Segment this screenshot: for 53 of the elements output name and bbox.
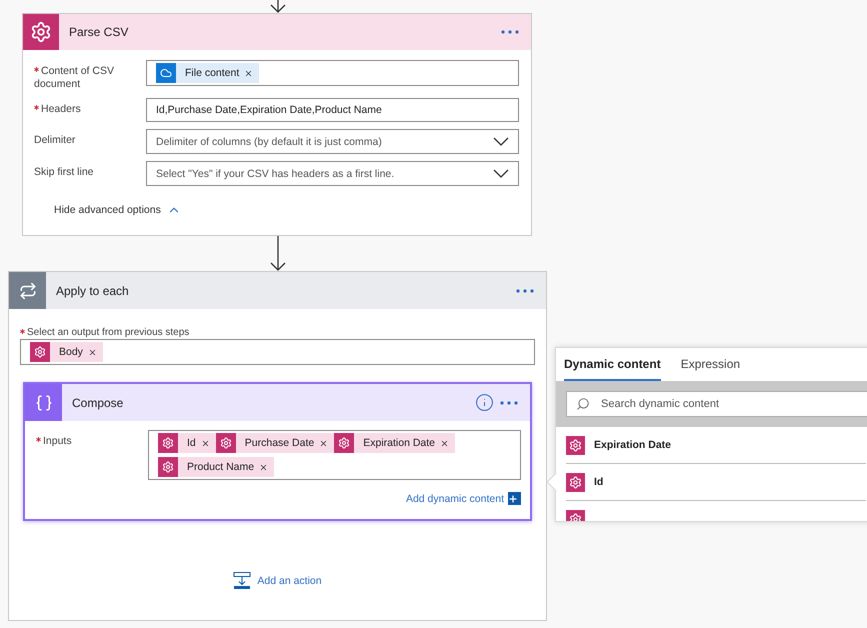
card-title: Apply to each	[56, 284, 130, 298]
ellipsis-icon	[500, 400, 518, 404]
input-field[interactable]: Id,Purchase Date,Expiration Date,Product Name	[146, 98, 519, 122]
token[interactable]: Expiration Date	[334, 433, 456, 453]
token[interactable]: Id	[158, 433, 216, 453]
dynamic-content-item[interactable]: Id	[566, 464, 866, 501]
search-icon	[576, 397, 590, 411]
field-label: Delimiter	[34, 133, 76, 147]
required-icon	[34, 105, 39, 110]
gear-icon	[569, 438, 582, 452]
panel-tab[interactable]: Expression	[680, 348, 740, 381]
input-field[interactable]: Id Purchase Date Expiration Date Product Name	[148, 430, 521, 480]
ellipsis-icon	[516, 288, 534, 292]
gear-icon	[569, 476, 582, 488]
connector-arrow	[270, 236, 286, 271]
required-icon	[20, 329, 25, 334]
card-title: Compose	[72, 396, 124, 410]
insert-step-icon	[233, 572, 252, 589]
field-label: Content of CSV document	[34, 64, 115, 91]
gear-icon	[30, 21, 52, 43]
card-title: Parse CSV	[69, 25, 130, 39]
advanced-options-toggle[interactable]: Hide advanced options	[34, 193, 520, 217]
add-action-button[interactable]: Add an action	[227, 571, 328, 590]
dropdown-field[interactable]: Select "Yes" if your CSV has headers as a first line.	[146, 161, 519, 186]
gear-icon	[338, 437, 350, 449]
token[interactable]: Product Name	[158, 457, 274, 477]
field-label: Select an output from previous steps	[20, 327, 535, 338]
token[interactable]: Body	[30, 342, 103, 362]
token[interactable]: Purchase Date	[216, 433, 334, 453]
cloud-icon	[160, 67, 172, 79]
chevron-down-icon	[493, 137, 509, 146]
gear-icon	[220, 437, 232, 449]
search-field[interactable]: Search dynamic content	[566, 391, 867, 417]
info-button[interactable]	[475, 393, 494, 412]
dynamic-content-item[interactable]: Expiration Date	[566, 427, 866, 464]
chevron-down-icon	[493, 169, 509, 178]
add-dynamic-content-link[interactable]: Add dynamic content	[406, 492, 504, 504]
braces-icon	[34, 394, 52, 412]
ellipsis-icon	[501, 30, 519, 34]
gear-icon	[162, 437, 174, 449]
gear-icon	[34, 346, 46, 358]
field-label: Skip first line	[34, 165, 95, 179]
required-icon	[34, 67, 39, 72]
token[interactable]: File content	[156, 63, 260, 83]
gear-icon	[162, 461, 174, 473]
input-field[interactable]: Body	[20, 339, 535, 365]
required-icon	[36, 437, 41, 442]
input-field[interactable]: File content	[146, 60, 519, 86]
field-label: Inputs	[36, 430, 148, 448]
field-label: Headers	[34, 98, 146, 116]
loop-icon	[18, 282, 36, 300]
plus-icon	[508, 492, 521, 505]
dropdown-field[interactable]: Delimiter of columns (by default it is just comma)	[146, 129, 519, 154]
